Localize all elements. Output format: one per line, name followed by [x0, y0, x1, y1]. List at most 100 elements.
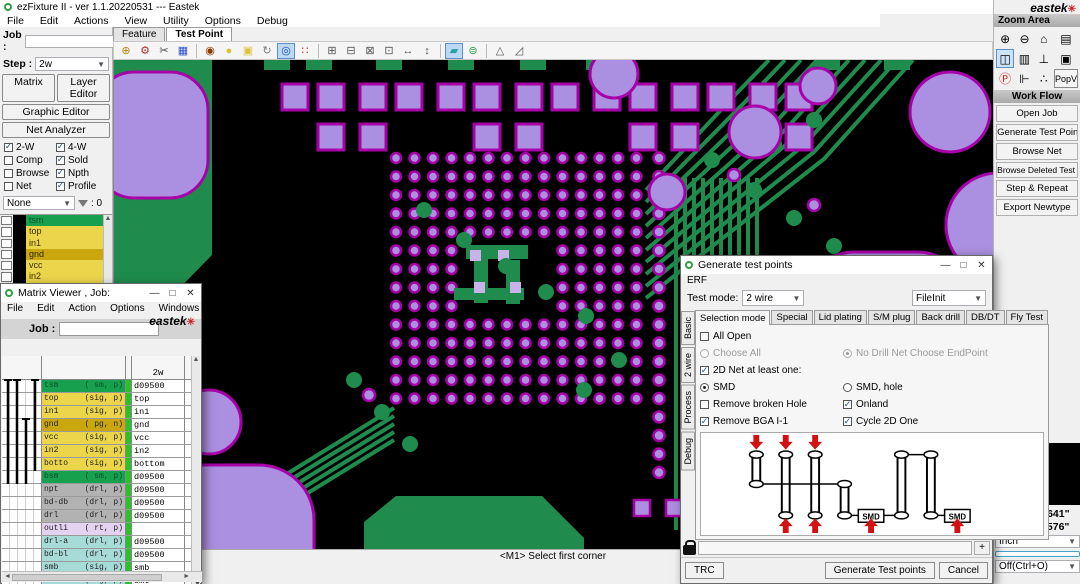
pick-testpoint-icon[interactable]: ⊕: [117, 43, 135, 59]
net-analyzer-button[interactable]: Net Analyzer: [2, 122, 110, 138]
add-polygon-icon[interactable]: △: [491, 43, 509, 59]
auto-pad-icon[interactable]: ⊟: [342, 43, 360, 59]
step-repeat-button[interactable]: Step & Repeat: [996, 180, 1078, 197]
matrix-grid-icon[interactable]: ▦: [174, 43, 192, 59]
menu-actions[interactable]: Actions: [67, 15, 115, 27]
matrix-row-bd-bl[interactable]: bd-bl(drl, p)d09500: [2, 549, 193, 562]
list-scrollbar[interactable]: [103, 226, 112, 237]
add-thermal-pad-icon[interactable]: ◉: [201, 43, 219, 59]
dialog-menu-erf[interactable]: ERF: [681, 275, 713, 286]
menu-file[interactable]: File: [0, 15, 31, 27]
popv-button[interactable]: PopV: [1054, 69, 1078, 88]
fake-pad-icon[interactable]: ↕: [418, 43, 436, 59]
zoom-out-icon[interactable]: ⊖: [1015, 29, 1033, 48]
mv-menu-file[interactable]: File: [1, 303, 29, 314]
add-rect-pad-icon[interactable]: ▣: [239, 43, 257, 59]
file-init-select[interactable]: FileInit▼: [912, 290, 986, 306]
matrix-row-top[interactable]: top(sig, p)top: [2, 393, 193, 406]
matrix-row-bsm[interactable]: bsm( sm, p)d09500: [2, 471, 193, 484]
highlight-select[interactable]: None▼: [3, 196, 75, 210]
list-scrollbar[interactable]: [103, 260, 112, 271]
matrix-row-tsm[interactable]: tsm( sm, p)d09500: [2, 380, 193, 393]
report-page-icon[interactable]: ▣: [1054, 49, 1078, 68]
multi-probe-icon[interactable]: ∷: [296, 43, 314, 59]
matrix-row-in1[interactable]: in1(sig, p)in1: [2, 406, 193, 419]
toggle-npth[interactable]: Npth: [56, 167, 108, 179]
matrix-row-drl[interactable]: drl(drl, p)d09500: [2, 510, 193, 523]
toggle-net[interactable]: Net: [4, 180, 56, 192]
test-mode-select[interactable]: 2 wire▼: [742, 290, 804, 306]
side-tab-debug[interactable]: Debug: [681, 432, 695, 471]
probe-structure-icon[interactable]: ⊥: [1035, 49, 1053, 68]
measure-ruler-icon[interactable]: ▥: [1015, 49, 1033, 68]
mv-vertical-scrollbar[interactable]: ▲▼: [191, 356, 200, 584]
layer-row-gnd[interactable]: gnd: [0, 249, 112, 260]
matrix-row-gnd[interactable]: gnd( pg, n)gnd: [2, 419, 193, 432]
menu-edit[interactable]: Edit: [33, 15, 65, 27]
toggle-4-w[interactable]: 4-W: [56, 141, 108, 153]
matrix-row-botto[interactable]: botto(sig, p)bottom: [2, 458, 193, 471]
cycle-2d-one-checkbox[interactable]: Cycle 2D One: [843, 416, 918, 427]
ur-select-icon[interactable]: ▰: [445, 43, 463, 59]
toggle-2-w[interactable]: 2-W: [4, 141, 56, 153]
menu-view[interactable]: View: [117, 15, 154, 27]
matrix-row-drl-a[interactable]: drl-a(drl, p)d09500: [2, 536, 193, 549]
zoom-window-icon[interactable]: ◫: [996, 49, 1014, 68]
net-trace-icon[interactable]: ∴: [1035, 69, 1053, 88]
side-tab-process[interactable]: Process: [681, 385, 695, 430]
layer-checkbox[interactable]: [1, 216, 12, 225]
list-scrollbar[interactable]: [103, 238, 112, 249]
matrix-button[interactable]: Matrix: [2, 74, 55, 102]
tab-back-drill[interactable]: Back drill: [916, 310, 965, 324]
layer-checkbox[interactable]: [1, 272, 12, 281]
filter-icon[interactable]: [78, 200, 88, 207]
toggle-comp[interactable]: Comp: [4, 154, 56, 166]
smd-radio[interactable]: SMD: [700, 382, 843, 393]
graphic-editor-button[interactable]: Graphic Editor: [2, 104, 110, 120]
mv-horizontal-scrollbar[interactable]: ◄►: [2, 571, 202, 582]
mv-menu-action[interactable]: Action: [62, 303, 102, 314]
log-page-icon[interactable]: ▤: [1054, 29, 1078, 48]
tab-fly-test[interactable]: Fly Test: [1006, 310, 1049, 324]
overlay-select[interactable]: Off(Ctrl+O)▼: [995, 560, 1080, 573]
matrix-row-vcc[interactable]: vcc(sig, p)vcc: [2, 432, 193, 445]
close-button[interactable]: ✕: [975, 260, 988, 271]
layer-checkbox[interactable]: [1, 227, 12, 236]
tab-test-point[interactable]: Test Point: [166, 27, 232, 41]
minimize-button[interactable]: —: [148, 288, 161, 299]
choose-all-radio[interactable]: Choose All: [700, 348, 843, 359]
tab-selection-mode[interactable]: Selection mode: [695, 310, 770, 325]
generate-testpoints-button[interactable]: Generate Test points: [825, 562, 935, 579]
mv-menu-options[interactable]: Options: [104, 303, 150, 314]
side-tab-2-wire[interactable]: 2 wire: [681, 347, 695, 383]
zoom-home-icon[interactable]: ⌂: [1035, 29, 1053, 48]
zoom-pick-icon[interactable]: ◎: [277, 43, 295, 59]
matrix-row-npt[interactable]: npt(drl, p)d09500: [2, 484, 193, 497]
add-round-pad-icon[interactable]: ●: [220, 43, 238, 59]
2d-net-checkbox[interactable]: 2D Net at least one:: [700, 365, 801, 376]
layer-row-in1[interactable]: in1: [0, 238, 112, 249]
draw-outline-icon[interactable]: ◿: [510, 43, 528, 59]
open-job-button[interactable]: Open Job: [996, 105, 1078, 122]
layer-row-top[interactable]: top: [0, 226, 112, 237]
toggle-sold[interactable]: Sold: [56, 154, 108, 166]
layer-row-tsm[interactable]: tsm▲: [0, 215, 112, 226]
toggle-profile[interactable]: Profile: [56, 180, 108, 192]
expand-button[interactable]: +: [974, 541, 990, 555]
mv-job-input[interactable]: [59, 322, 159, 336]
matrix-viewer-titlebar[interactable]: Matrix Viewer , Job: — □ ✕: [1, 284, 201, 302]
cut-trace-icon[interactable]: ✂: [155, 43, 173, 59]
browse-net-button[interactable]: Browse Net: [996, 143, 1078, 160]
mv-menu-edit[interactable]: Edit: [31, 303, 60, 314]
repair-net-icon[interactable]: ⚙: [136, 43, 154, 59]
step-select[interactable]: 2w▼: [35, 57, 109, 71]
swap-pads-icon[interactable]: ↻: [258, 43, 276, 59]
tab-db-dt[interactable]: DB/DT: [966, 310, 1005, 324]
all-pad-icon[interactable]: ↔: [399, 43, 417, 59]
list-scrollbar[interactable]: [103, 271, 112, 282]
mv-menu-windows[interactable]: Windows: [153, 303, 206, 314]
no-drill-radio[interactable]: No Drill Net Choose EndPoint: [843, 348, 988, 359]
tab-feature[interactable]: Feature: [113, 27, 165, 41]
menu-options[interactable]: Options: [198, 15, 248, 27]
generate-test-point-button[interactable]: Generate Test Point: [996, 124, 1078, 141]
